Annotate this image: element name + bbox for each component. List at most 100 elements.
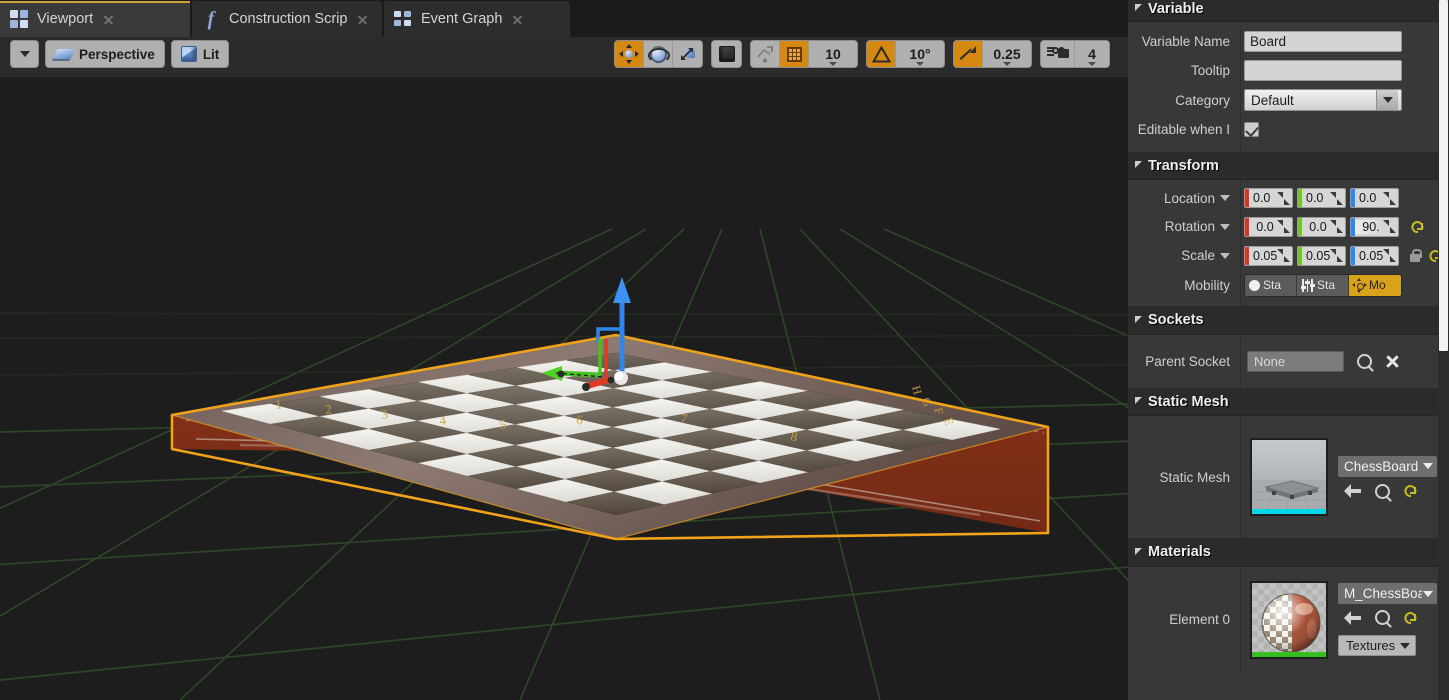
section-header-sockets[interactable]: Sockets xyxy=(1128,306,1449,335)
angle-snap-value-label: 10° xyxy=(909,46,930,62)
editable-when-inherited-checkbox[interactable] xyxy=(1244,122,1259,137)
details-scrollbar-thumb[interactable] xyxy=(1439,0,1448,351)
drag-handle-icon[interactable] xyxy=(1277,192,1290,205)
category-dropdown[interactable]: Default xyxy=(1244,89,1402,111)
reset-static-mesh-button[interactable] xyxy=(1404,484,1418,498)
drag-handle-icon[interactable] xyxy=(1277,249,1290,262)
rotation-y-field[interactable]: 0.0 xyxy=(1297,217,1346,237)
tooltip-input[interactable] xyxy=(1244,60,1402,81)
grid-snap-toggle[interactable] xyxy=(780,41,809,67)
viewport-3d-canvas[interactable]: 1 2 3 4 5 6 7 8 H G F E xyxy=(0,77,1128,700)
rotation-y-value: 0.0 xyxy=(1302,220,1330,234)
view-mode-button[interactable]: Perspective xyxy=(45,40,165,68)
use-selected-material-icon[interactable] xyxy=(1344,611,1361,625)
close-icon[interactable] xyxy=(511,13,524,26)
surface-snap-button[interactable] xyxy=(751,41,780,67)
drag-handle-icon[interactable] xyxy=(1330,249,1343,262)
reset-rotation-button[interactable] xyxy=(1411,220,1425,234)
drag-handle-icon[interactable] xyxy=(1383,192,1396,205)
angle-snap-toggle[interactable] xyxy=(867,41,896,67)
location-y-value: 0.0 xyxy=(1302,191,1330,205)
drag-handle-icon[interactable] xyxy=(1277,220,1290,233)
rotation-z-field[interactable]: 90. xyxy=(1350,217,1399,237)
section-header-transform[interactable]: Transform xyxy=(1128,152,1449,180)
location-x-field[interactable]: 0.0 xyxy=(1244,188,1293,208)
drag-handle-icon[interactable] xyxy=(1383,220,1396,233)
row-editable-when-inherited: Editable when I xyxy=(1128,115,1449,144)
drag-handle-icon[interactable] xyxy=(1383,249,1396,262)
section-title-materials: Materials xyxy=(1148,544,1211,560)
scale-snap-toggle[interactable] xyxy=(954,41,983,67)
section-header-static-mesh[interactable]: Static Mesh xyxy=(1128,388,1449,416)
location-z-field[interactable]: 0.0 xyxy=(1350,188,1399,208)
perspective-icon xyxy=(55,47,73,62)
close-icon[interactable] xyxy=(356,13,369,26)
rotate-mode-button[interactable] xyxy=(644,41,673,67)
textures-dropdown-button[interactable]: Textures xyxy=(1338,635,1416,656)
tab-viewport[interactable]: Viewport xyxy=(0,1,190,37)
static-mesh-thumbnail[interactable] xyxy=(1250,438,1328,516)
static-mesh-asset-dropdown[interactable]: ChessBoard xyxy=(1338,456,1437,477)
material-asset-dropdown[interactable]: M_ChessBoard xyxy=(1338,583,1437,604)
drag-handle-icon[interactable] xyxy=(1330,220,1343,233)
parent-socket-field[interactable]: None xyxy=(1247,351,1344,372)
scale-z-field[interactable]: 0.05 xyxy=(1350,246,1399,266)
static-mesh-asset-name: ChessBoard xyxy=(1344,459,1418,474)
chevron-down-icon xyxy=(1400,643,1410,649)
world-cube-icon xyxy=(719,46,735,62)
lit-cube-icon xyxy=(181,46,197,62)
rotation-z-value: 90. xyxy=(1355,220,1383,234)
section-header-variable[interactable]: Variable xyxy=(1128,0,1449,22)
chevron-down-icon xyxy=(1423,591,1433,597)
mobility-option-movable[interactable]: Mo xyxy=(1349,275,1401,296)
tab-viewport-label: Viewport xyxy=(37,11,93,27)
location-dropdown-icon[interactable] xyxy=(1220,195,1230,201)
scale-lock-icon[interactable] xyxy=(1409,249,1421,263)
drag-handle-icon[interactable] xyxy=(1330,192,1343,205)
label-rotation: Rotation xyxy=(1165,219,1215,234)
row-category: Category Default xyxy=(1128,85,1449,115)
browse-material-icon[interactable] xyxy=(1375,610,1390,625)
close-icon[interactable] xyxy=(102,13,115,26)
scale-mode-button[interactable] xyxy=(673,41,702,67)
rotation-dropdown-icon[interactable] xyxy=(1220,224,1230,230)
section-header-materials[interactable]: Materials xyxy=(1128,538,1449,567)
scale-x-field[interactable]: 0.05 xyxy=(1244,246,1293,266)
mobility-option-stationary[interactable]: Sta xyxy=(1297,275,1349,296)
transform-widget-group xyxy=(614,40,703,68)
tab-event-graph[interactable]: Event Graph xyxy=(384,1,570,37)
clear-socket-icon[interactable] xyxy=(1385,354,1400,369)
variable-name-input[interactable]: Board xyxy=(1244,31,1402,52)
thumbnail-type-band xyxy=(1252,652,1326,657)
details-scrollbar-track[interactable] xyxy=(1438,0,1449,700)
collapse-triangle-icon xyxy=(1135,397,1142,404)
use-selected-asset-icon[interactable] xyxy=(1344,484,1361,498)
mobility-option-static[interactable]: Sta xyxy=(1245,275,1297,296)
reset-material-button[interactable] xyxy=(1404,611,1418,625)
scale-y-field[interactable]: 0.05 xyxy=(1297,246,1346,266)
browse-socket-icon[interactable] xyxy=(1357,354,1372,369)
camera-speed-button[interactable] xyxy=(1041,41,1075,67)
location-y-field[interactable]: 0.0 xyxy=(1297,188,1346,208)
grid-snap-group: 10 xyxy=(750,40,858,68)
viewport-grid-icon xyxy=(10,10,28,28)
browse-asset-icon[interactable] xyxy=(1375,484,1390,499)
details-panel[interactable]: Variable Variable Name Board Tooltip Cat… xyxy=(1128,0,1449,700)
translate-mode-button[interactable] xyxy=(615,41,644,67)
scale-snap-value[interactable]: 0.25 xyxy=(983,41,1031,67)
section-body-transform: Location 0.0 0.0 xyxy=(1128,180,1449,306)
coordinate-system-button[interactable] xyxy=(712,41,741,67)
scale-dropdown-icon[interactable] xyxy=(1220,253,1230,259)
grid-snap-value[interactable]: 10 xyxy=(809,41,857,67)
material-thumbnail[interactable] xyxy=(1250,581,1328,659)
shading-mode-button[interactable]: Lit xyxy=(171,40,230,68)
label-element-0: Element 0 xyxy=(1128,612,1240,627)
camera-speed-value[interactable]: 4 xyxy=(1075,41,1109,67)
camera-speed-group: 4 xyxy=(1040,40,1110,68)
tab-construction-script[interactable]: f Construction Scrip xyxy=(192,1,382,37)
label-scale: Scale xyxy=(1181,248,1215,263)
move-gizmo-icon xyxy=(620,45,638,63)
angle-snap-value[interactable]: 10° xyxy=(896,41,944,67)
viewport-options-button[interactable] xyxy=(10,40,39,68)
rotation-x-field[interactable]: 0.0 xyxy=(1244,217,1293,237)
